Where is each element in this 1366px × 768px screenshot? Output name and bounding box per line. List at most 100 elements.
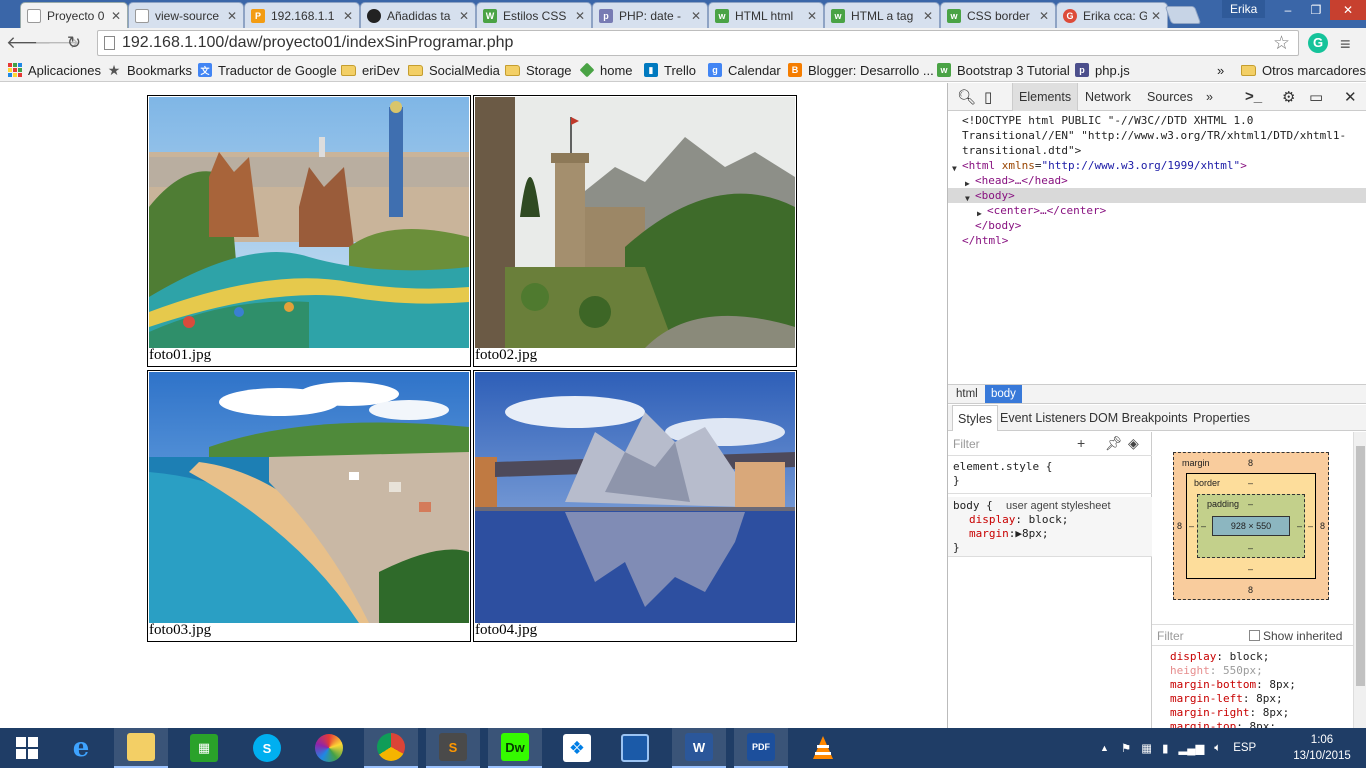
network-icon[interactable]: ▦ <box>1141 741 1152 755</box>
dreamweaver-taskbar-button[interactable]: Dw <box>488 728 542 768</box>
close-tab-icon[interactable]: ✕ <box>459 9 469 23</box>
tab-network[interactable]: Network <box>1079 83 1137 111</box>
bookmark-phpjs[interactable]: p php.js <box>1075 61 1130 79</box>
rule-element-style[interactable]: element.style { } <box>948 460 1152 494</box>
new-tab-button[interactable] <box>1164 6 1202 24</box>
close-tab-icon[interactable]: ✕ <box>1039 9 1049 23</box>
computed-property[interactable]: margin-right: 8px; <box>1170 706 1296 720</box>
close-tab-icon[interactable]: ✕ <box>923 9 933 23</box>
computed-property[interactable]: height: 550px; <box>1170 664 1296 678</box>
dom-node-html[interactable]: ▼ <html xmlns="http://www.w3.org/1999/xht… <box>948 158 1366 173</box>
bookmark-aplicaciones[interactable]: Aplicaciones <box>8 61 101 79</box>
bookmark-calendar[interactable]: g Calendar <box>708 61 781 79</box>
tab-proyecto[interactable]: Proyecto 0 ✕ <box>20 2 128 28</box>
tab-google-plus[interactable]: G Erika cca: G ✕ <box>1056 2 1168 28</box>
tab-css-border[interactable]: w CSS border ✕ <box>940 2 1056 28</box>
reload-button[interactable]: ↻ <box>63 32 85 54</box>
close-tab-icon[interactable]: ✕ <box>1151 9 1161 23</box>
border-right-value[interactable]: – <box>1308 521 1313 531</box>
bookmark-storage[interactable]: Storage <box>505 61 572 79</box>
bookmark-star-icon[interactable]: ☆ <box>1273 32 1290 55</box>
bookmark-home[interactable]: home <box>579 61 633 79</box>
close-tab-icon[interactable]: ✕ <box>111 9 121 23</box>
padding-right-value[interactable]: – <box>1297 521 1302 531</box>
dock-icon[interactable]: ▭ <box>1309 88 1323 106</box>
border-left-value[interactable]: – <box>1189 521 1194 531</box>
pdf-taskbar-button[interactable]: PDF <box>734 728 788 768</box>
tab-styles[interactable]: Styles <box>952 405 999 431</box>
tab-estilos-css[interactable]: W Estilos CSS ✕ <box>476 2 592 28</box>
breadcrumb-html[interactable]: html <box>950 385 984 403</box>
pin-icon[interactable]: 📌︎ <box>1105 435 1123 452</box>
back-button[interactable]: 🡐 <box>6 32 52 54</box>
close-tab-icon[interactable]: ✕ <box>343 9 353 23</box>
menu-icon[interactable]: ≡ <box>1340 34 1351 55</box>
picasa-taskbar-button[interactable] <box>302 728 356 768</box>
tabs-overflow[interactable]: » <box>1200 83 1219 111</box>
close-tab-icon[interactable]: ✕ <box>575 9 585 23</box>
settings-icon[interactable]: ⚙ <box>1282 88 1295 106</box>
tab-event-listeners[interactable]: Event Listeners <box>995 405 1091 431</box>
minimize-button[interactable]: ‒ <box>1274 0 1302 20</box>
tab-html-a-tag[interactable]: w HTML a tag ✕ <box>824 2 940 28</box>
action-center-flag-icon[interactable]: ⚑ <box>1121 741 1131 755</box>
user-profile-button[interactable]: Erika <box>1222 0 1266 18</box>
padding-top-value[interactable]: – <box>1248 499 1253 509</box>
close-window-button[interactable]: ✕ <box>1330 0 1366 20</box>
battery-icon[interactable]: ▮ <box>1162 741 1168 755</box>
computed-property[interactable]: display: block; <box>1170 650 1296 664</box>
dom-node-head[interactable]: ▶ <head>…</head> <box>948 173 1366 188</box>
close-tab-icon[interactable]: ✕ <box>691 9 701 23</box>
dom-node-center[interactable]: ▶ <center>…</center> <box>948 203 1366 218</box>
box-model-content[interactable]: 928 × 550 <box>1212 516 1290 536</box>
sublime-taskbar-button[interactable]: S <box>426 728 480 768</box>
forward-button[interactable]: 🡒 <box>34 32 80 54</box>
tab-elements[interactable]: Elements <box>1012 83 1079 111</box>
language-indicator[interactable]: ESP <box>1233 742 1256 754</box>
tab-phpmyadmin[interactable]: P 192.168.1.1 ✕ <box>244 2 360 28</box>
color-format-icon[interactable]: ◈ <box>1128 435 1139 452</box>
computed-filter[interactable]: Filter Show inherited <box>1152 624 1357 646</box>
margin-top-value[interactable]: 8 <box>1248 458 1253 468</box>
close-tab-icon[interactable]: ✕ <box>807 9 817 23</box>
tab-sources[interactable]: Sources <box>1141 83 1199 111</box>
tab-dom-breakpoints[interactable]: DOM Breakpoints <box>1084 405 1193 431</box>
rule-body[interactable]: body { user agent stylesheet display: bl… <box>948 497 1152 557</box>
virtualbox-taskbar-button[interactable] <box>608 728 662 768</box>
ie-taskbar-button[interactable]: e <box>54 728 108 768</box>
show-hidden-icons-icon[interactable]: ▲ <box>1100 743 1109 753</box>
computed-property[interactable]: margin-left: 8px; <box>1170 692 1296 706</box>
styles-filter[interactable]: Filter + 📌︎ ◈ <box>948 432 1152 456</box>
restore-button[interactable]: ❐ <box>1302 0 1330 20</box>
tab-github[interactable]: Añadidas ta ✕ <box>360 2 476 28</box>
border-bottom-value[interactable]: – <box>1248 564 1253 574</box>
bookmark-socialmedia[interactable]: SocialMedia <box>408 61 500 79</box>
skype-taskbar-button[interactable]: S <box>240 728 294 768</box>
chrome-taskbar-button[interactable] <box>364 728 418 768</box>
store-taskbar-button[interactable]: ▦ <box>177 728 231 768</box>
bookmark-bootstrap[interactable]: w Bootstrap 3 Tutorial <box>937 61 1070 79</box>
tab-php-date[interactable]: p PHP: date - ✕ <box>592 2 708 28</box>
computed-property[interactable]: margin-bottom: 8px; <box>1170 678 1296 692</box>
scrollbar[interactable] <box>1353 432 1366 728</box>
border-top-value[interactable]: – <box>1248 478 1253 488</box>
margin-right-value[interactable]: 8 <box>1320 521 1325 531</box>
padding-left-value[interactable]: – <box>1201 521 1206 531</box>
vlc-taskbar-button[interactable] <box>796 728 850 768</box>
add-rule-icon[interactable]: + <box>1077 435 1085 451</box>
tab-html-html[interactable]: w HTML html ✕ <box>708 2 824 28</box>
explorer-taskbar-button[interactable] <box>114 728 168 768</box>
dom-doctype[interactable]: <!DOCTYPE html PUBLIC "-//W3C//DTD XHTML… <box>948 113 1366 128</box>
bookmark-trello[interactable]: ▮ Trello <box>644 61 696 79</box>
margin-bottom-value[interactable]: 8 <box>1248 585 1253 595</box>
bookmark-blogger[interactable]: B Blogger: Desarrollo ... <box>788 61 934 79</box>
device-mode-icon[interactable]: ▯ <box>984 88 992 106</box>
clock[interactable]: 1:06 13/10/2015 <box>1286 732 1358 764</box>
padding-bottom-value[interactable]: – <box>1248 543 1253 553</box>
bookmark-traductor[interactable]: 文 Traductor de Google <box>198 61 337 79</box>
start-button[interactable] <box>0 728 54 768</box>
close-devtools-icon[interactable]: ✕ <box>1344 88 1357 106</box>
breadcrumb-body[interactable]: body <box>985 385 1022 403</box>
dropbox-taskbar-button[interactable]: ❖ <box>550 728 604 768</box>
bookmark-bookmarks[interactable]: ★ Bookmarks <box>107 61 192 79</box>
